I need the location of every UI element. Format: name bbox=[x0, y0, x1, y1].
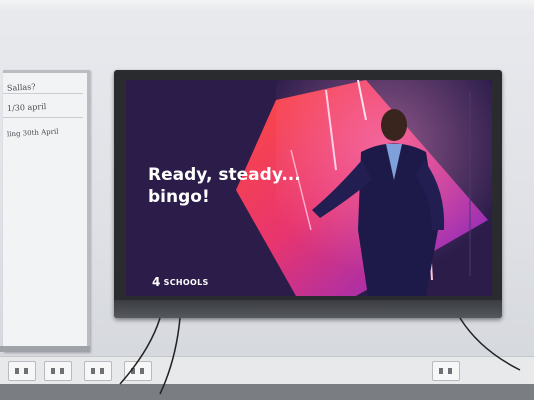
cable bbox=[119, 317, 161, 385]
cable bbox=[159, 317, 181, 395]
tv-cables bbox=[119, 317, 521, 395]
cable bbox=[459, 317, 521, 371]
